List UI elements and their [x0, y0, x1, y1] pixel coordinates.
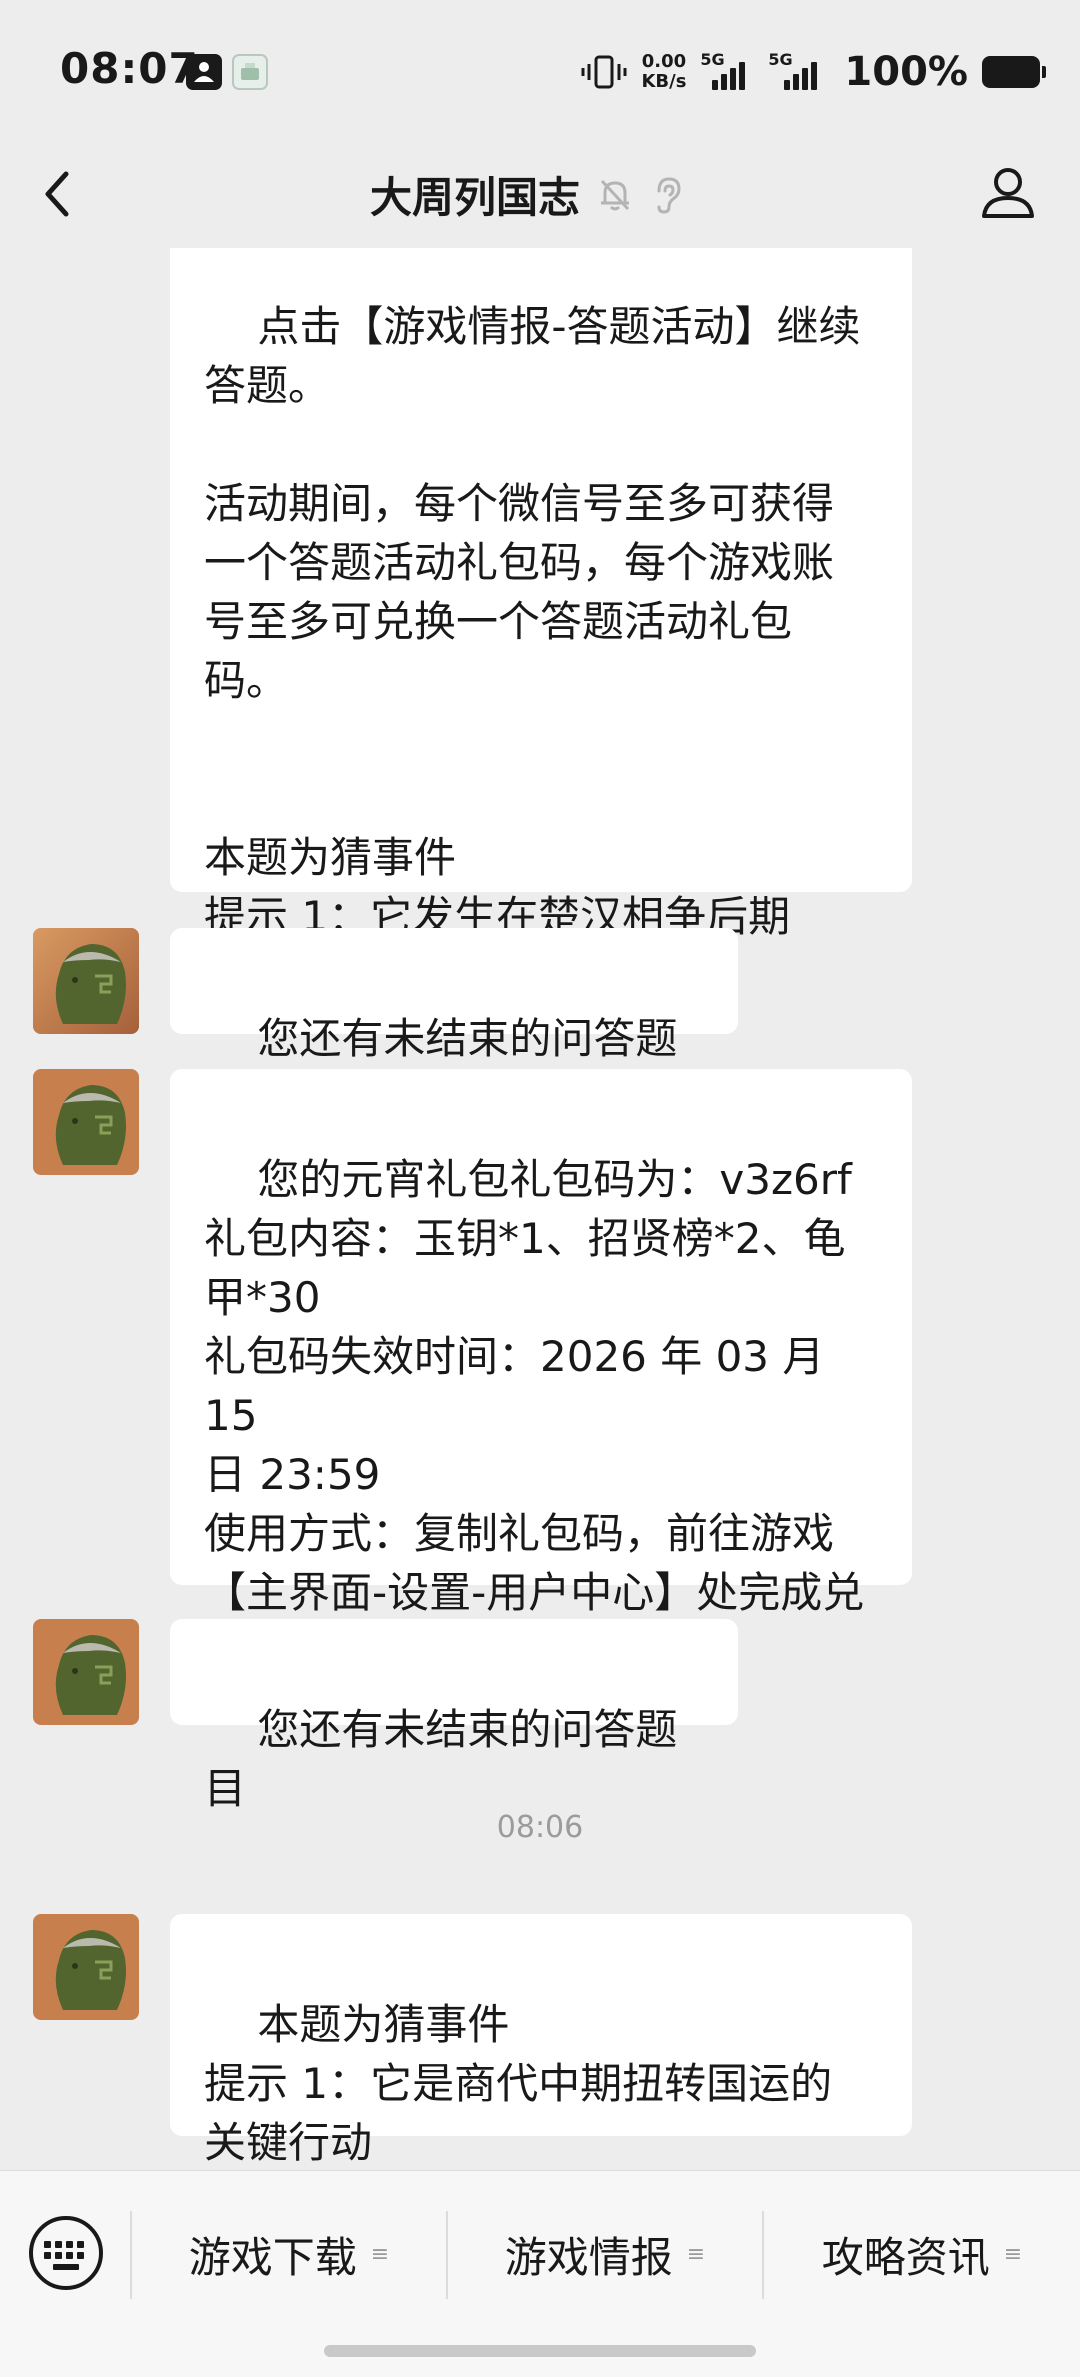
status-right-cluster: 0.00 KB/s 5G 5G 100%	[581, 44, 1046, 100]
signal-2-label: 5G	[768, 50, 793, 69]
status-time: 08:07	[60, 44, 199, 93]
message-bubble[interactable]: 本题为猜事件 提示 1：它是商代中期扭转国运的 关键行动	[170, 1914, 912, 2167]
signal-2-icon: 5G	[768, 50, 830, 90]
title-group: 大周列国志	[370, 164, 684, 225]
net-speed: 0.00 KB/s	[641, 52, 686, 92]
signal-1-label: 5G	[700, 50, 725, 69]
status-bar: 08:07 0.00 KB/s 5G 5G 100%	[0, 0, 1080, 140]
message-text: 您还有未结束的问答题目	[204, 1705, 678, 1813]
avatar[interactable]	[33, 928, 139, 1034]
profile-button[interactable]	[972, 158, 1044, 230]
keyboard-toggle-button[interactable]	[26, 2213, 106, 2293]
message-bubble[interactable]: 您还有未结束的问答题目	[170, 928, 738, 1122]
message-text: 点击【游戏情报-答题活动】继续 答题。 活动期间，每个微信号至多可获得 一个答题…	[204, 302, 861, 941]
menu-list-icon: ≡	[686, 2241, 706, 2267]
menu-item-label: 游戏情报	[504, 2232, 673, 2282]
message-text: 您的元宵礼包礼包码为：v3z6rf 礼包内容：玉钥*1、招贤榜*2、龟 甲*30…	[204, 1155, 865, 1676]
chat-header: 大周列国志	[0, 140, 1080, 248]
back-button[interactable]	[34, 160, 82, 228]
notification-image-icon	[232, 54, 268, 90]
avatar[interactable]	[33, 1619, 139, 1725]
message-bubble[interactable]: 点击【游戏情报-答题活动】继续 答题。 活动期间，每个微信号至多可获得 一个答题…	[170, 248, 912, 941]
ear-icon	[657, 176, 681, 214]
bottom-menu: 游戏下载 ≡ 游戏情报 ≡ 攻略资讯 ≡	[0, 2170, 1080, 2377]
keyboard-icon	[29, 2216, 103, 2290]
user-icon	[982, 168, 1034, 218]
avatar[interactable]	[33, 1069, 139, 1175]
menu-list-icon: ≡	[1003, 2241, 1023, 2267]
chat-title: 大周列国志	[370, 173, 581, 222]
notification-app-icon	[186, 54, 222, 90]
vibrate-icon	[581, 55, 627, 89]
signal-1-icon: 5G	[700, 50, 754, 90]
battery-percent: 100%	[844, 49, 968, 95]
message-text: 本题为猜事件 提示 1：它是商代中期扭转国运的 关键行动	[204, 2000, 833, 2167]
message-bubble[interactable]: 您的元宵礼包礼包码为：v3z6rf 礼包内容：玉钥*1、招贤榜*2、龟 甲*30…	[170, 1069, 912, 1676]
menu-item-label: 游戏下载	[188, 2232, 357, 2282]
message-timestamp: 08:06	[496, 1810, 584, 1845]
mute-bell-icon	[600, 179, 630, 210]
chevron-left-icon	[45, 171, 69, 217]
home-indicator[interactable]	[324, 2345, 756, 2357]
menu-item-guides[interactable]: 攻略资讯 ≡	[764, 2195, 1080, 2313]
net-speed-value: 0.00	[641, 51, 687, 72]
avatar[interactable]	[33, 1914, 139, 2020]
menu-item-game-download[interactable]: 游戏下载 ≡	[132, 2195, 446, 2313]
net-speed-unit: KB/s	[641, 71, 687, 92]
chat-messages[interactable]: 点击【游戏情报-答题活动】继续 答题。 活动期间，每个微信号至多可获得 一个答题…	[0, 248, 1080, 2170]
battery-icon	[982, 56, 1046, 88]
menu-item-label: 攻略资讯	[821, 2232, 990, 2282]
menu-list-icon: ≡	[370, 2241, 390, 2267]
message-bubble[interactable]: 您还有未结束的问答题目	[170, 1619, 738, 1813]
menu-item-game-news[interactable]: 游戏情报 ≡	[448, 2195, 762, 2313]
